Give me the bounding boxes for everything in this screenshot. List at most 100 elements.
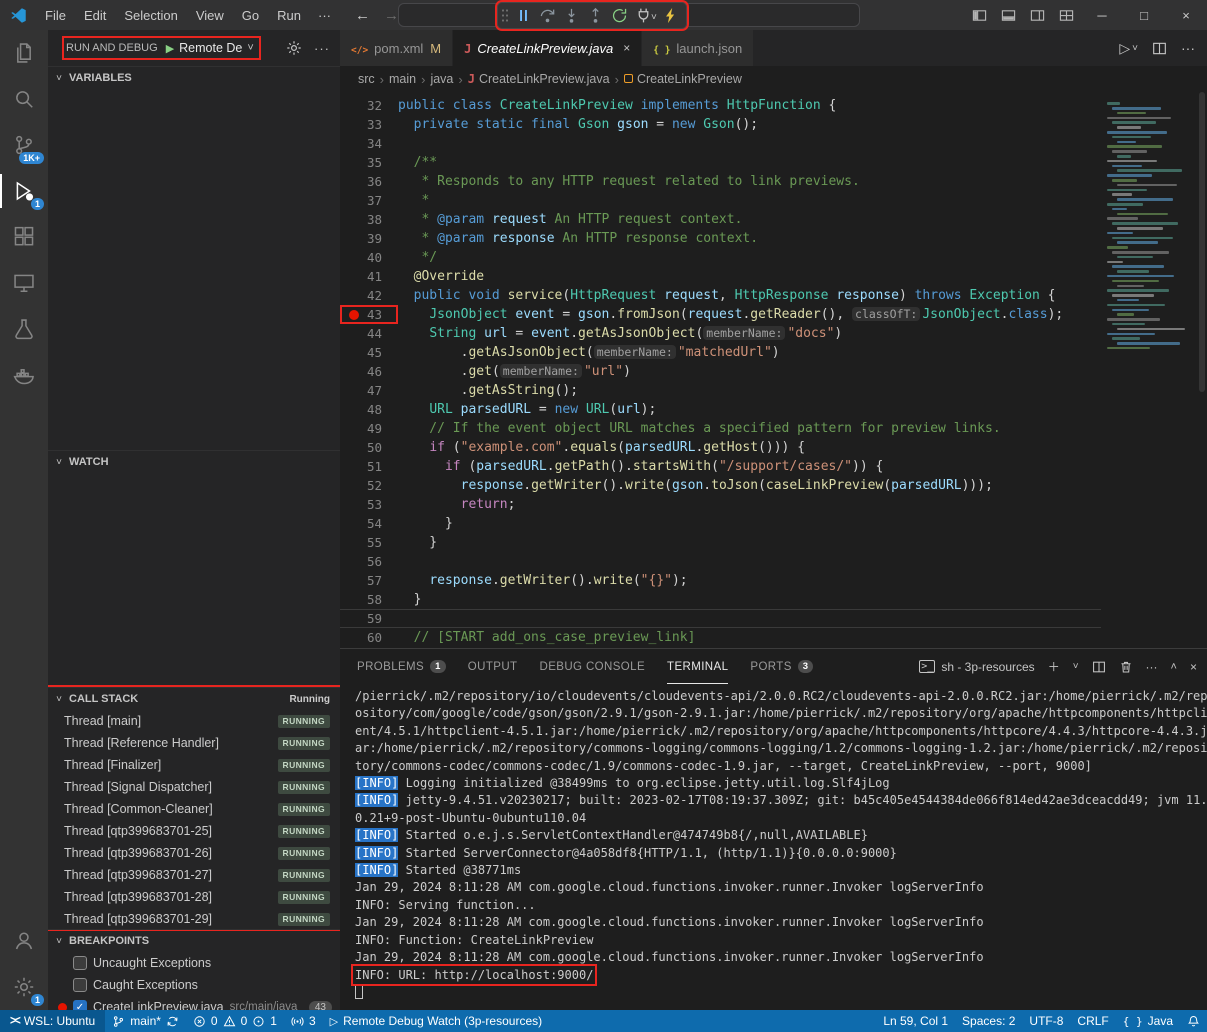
call-stack-thread[interactable]: Thread [main]RUNNING: [48, 710, 340, 732]
terminal-output[interactable]: /pierrick/.m2/repository/io/cloudevents/…: [340, 684, 1207, 1010]
activity-accounts[interactable]: [0, 918, 48, 964]
line-number-gutter[interactable]: 53: [340, 495, 398, 514]
breadcrumb-item[interactable]: JCreateLinkPreview.java: [468, 72, 610, 86]
cursor-position[interactable]: Ln 59, Col 1: [876, 1010, 955, 1032]
launch-config-picker[interactable]: ▶ Remote De ˅: [166, 41, 254, 55]
terminal-selector[interactable]: >_ sh - 3p-resources: [919, 660, 1034, 674]
breakpoint-checkbox[interactable]: [73, 978, 87, 992]
nav-forward-icon[interactable]: →: [384, 7, 399, 24]
line-number-gutter[interactable]: 42: [340, 286, 398, 305]
breakpoint-checkbox[interactable]: [73, 956, 87, 970]
maximize-icon[interactable]: □: [1123, 0, 1165, 30]
line-number-gutter[interactable]: 39: [340, 229, 398, 248]
toggle-panel-icon[interactable]: [994, 0, 1023, 30]
views-more-actions-icon[interactable]: ···: [314, 41, 330, 56]
call-stack-section-header[interactable]: ˅ CALL STACK Running: [48, 688, 340, 710]
debug-settings-gear-icon[interactable]: [286, 40, 302, 56]
menu-edit[interactable]: Edit: [75, 0, 115, 30]
activity-settings[interactable]: 1: [0, 964, 48, 1010]
activity-testing[interactable]: [0, 306, 48, 352]
line-number-gutter[interactable]: 52: [340, 476, 398, 495]
activity-source-control[interactable]: 1K+: [0, 122, 48, 168]
customize-layout-icon[interactable]: [1052, 0, 1081, 30]
new-terminal-icon[interactable]: ＋: [1048, 658, 1060, 675]
activity-docker[interactable]: [0, 352, 48, 398]
indentation-indicator[interactable]: Spaces: 2: [955, 1010, 1022, 1032]
activity-search[interactable]: [0, 76, 48, 122]
line-number-gutter[interactable]: 55: [340, 533, 398, 552]
line-number-gutter[interactable]: 57: [340, 571, 398, 590]
pause-icon[interactable]: [511, 4, 535, 28]
breakpoint-item[interactable]: Uncaught Exceptions: [48, 952, 340, 974]
panel-more-actions-icon[interactable]: ···: [1146, 660, 1158, 674]
editor-scrollbar[interactable]: [1197, 92, 1207, 648]
activity-run-and-debug[interactable]: 1: [0, 168, 48, 214]
code-lines[interactable]: 32public class CreateLinkPreview impleme…: [340, 92, 1101, 648]
line-number-gutter[interactable]: 60: [340, 628, 398, 647]
line-number-gutter[interactable]: 32: [340, 96, 398, 115]
call-stack-thread[interactable]: Thread [qtp399683701-28]RUNNING: [48, 886, 340, 908]
nav-back-icon[interactable]: ←: [355, 7, 370, 24]
line-number-gutter[interactable]: 38: [340, 210, 398, 229]
eol-indicator[interactable]: CRLF: [1070, 1010, 1115, 1032]
breadcrumb-item[interactable]: java: [430, 72, 453, 86]
breakpoint-checkbox[interactable]: ✓: [73, 1000, 87, 1010]
activity-remote-explorer[interactable]: [0, 260, 48, 306]
line-number-gutter[interactable]: 43: [340, 305, 398, 324]
call-stack-thread[interactable]: Thread [qtp399683701-25]RUNNING: [48, 820, 340, 842]
line-number-gutter[interactable]: 45: [340, 343, 398, 362]
line-number-gutter[interactable]: 35: [340, 153, 398, 172]
tab-launch-json[interactable]: { }launch.json: [642, 30, 754, 66]
line-number-gutter[interactable]: 34: [340, 134, 398, 153]
minimize-icon[interactable]: ─: [1081, 0, 1123, 30]
maximize-panel-icon[interactable]: ˄: [1171, 661, 1177, 673]
line-number-gutter[interactable]: 41: [340, 267, 398, 286]
menu-run[interactable]: Run: [268, 0, 310, 30]
tab-pom-xml[interactable]: </>pom.xmlM: [340, 30, 453, 66]
breakpoint-item[interactable]: ✓CreateLinkPreview.javasrc/main/java43: [48, 996, 340, 1010]
restart-icon[interactable]: [607, 4, 631, 28]
breadcrumb-item[interactable]: src: [358, 72, 375, 86]
breakpoint-item[interactable]: Caught Exceptions: [48, 974, 340, 996]
variables-section-header[interactable]: ˅ VARIABLES: [48, 67, 340, 89]
line-number-gutter[interactable]: 36: [340, 172, 398, 191]
line-number-gutter[interactable]: 44: [340, 324, 398, 343]
panel-tab-output[interactable]: OUTPUT: [468, 649, 518, 684]
run-file-icon[interactable]: ▷˅: [1119, 40, 1138, 57]
problems-indicator[interactable]: 0 0 1: [186, 1010, 284, 1032]
remote-indicator[interactable]: >< WSL: Ubuntu: [0, 1010, 105, 1032]
branch-indicator[interactable]: main*: [105, 1010, 186, 1032]
hot-code-replace-icon[interactable]: [659, 4, 683, 28]
line-number-gutter[interactable]: 48: [340, 400, 398, 419]
watch-section-header[interactable]: ˅ WATCH: [48, 451, 340, 473]
close-window-icon[interactable]: ×: [1165, 0, 1207, 30]
toggle-sidebar-icon[interactable]: [965, 0, 994, 30]
language-indicator[interactable]: { } Java: [1116, 1010, 1180, 1032]
call-stack-thread[interactable]: Thread [qtp399683701-26]RUNNING: [48, 842, 340, 864]
split-editor-icon[interactable]: [1152, 41, 1167, 56]
breadcrumb-item[interactable]: CreateLinkPreview: [624, 72, 742, 86]
line-number-gutter[interactable]: 33: [340, 115, 398, 134]
breakpoints-section-header[interactable]: ˅ BREAKPOINTS: [48, 930, 340, 952]
menu-view[interactable]: View: [187, 0, 233, 30]
start-debugging-icon[interactable]: ▶: [166, 42, 174, 55]
ports-indicator[interactable]: 3: [284, 1010, 323, 1032]
line-number-gutter[interactable]: 40: [340, 248, 398, 267]
task-indicator[interactable]: ▷ Remote Debug Watch (3p-resources): [323, 1010, 549, 1032]
notifications-bell[interactable]: [1180, 1010, 1207, 1032]
editor-more-actions-icon[interactable]: ···: [1181, 40, 1195, 56]
call-stack-thread[interactable]: Thread [Common-Cleaner]RUNNING: [48, 798, 340, 820]
disconnect-chevron-icon[interactable]: ˅: [651, 12, 657, 23]
call-stack-thread[interactable]: Thread [Reference Handler]RUNNING: [48, 732, 340, 754]
step-out-icon[interactable]: [583, 4, 607, 28]
terminal-dropdown-icon[interactable]: ˅: [1073, 661, 1079, 672]
panel-tab-ports[interactable]: PORTS3: [750, 649, 813, 684]
menu-file[interactable]: File: [36, 0, 75, 30]
call-stack-thread[interactable]: Thread [qtp399683701-29]RUNNING: [48, 908, 340, 929]
call-stack-thread[interactable]: Thread [Signal Dispatcher]RUNNING: [48, 776, 340, 798]
close-panel-icon[interactable]: ×: [1190, 660, 1197, 674]
line-number-gutter[interactable]: 50: [340, 438, 398, 457]
kill-terminal-icon[interactable]: [1119, 660, 1133, 674]
panel-tab-terminal[interactable]: TERMINAL: [667, 649, 728, 684]
panel-tab-debug-console[interactable]: DEBUG CONSOLE: [539, 649, 645, 684]
